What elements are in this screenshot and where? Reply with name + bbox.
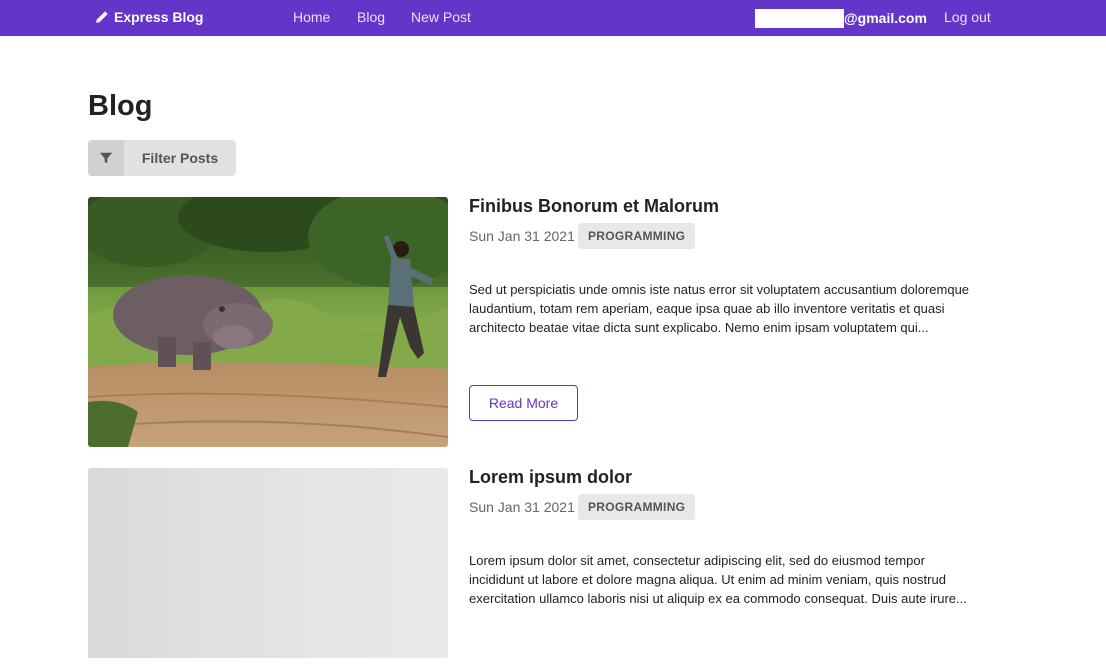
read-more-button[interactable]: Read More bbox=[469, 385, 578, 421]
filter-posts-button[interactable]: Filter Posts bbox=[88, 140, 236, 176]
hippo-photo bbox=[88, 197, 448, 447]
post-title[interactable]: Lorem ipsum dolor bbox=[469, 467, 632, 488]
brand-label: Express Blog bbox=[114, 9, 204, 25]
logout-link[interactable]: Log out bbox=[944, 9, 991, 25]
post-image[interactable] bbox=[88, 468, 448, 658]
nav-home-link[interactable]: Home bbox=[293, 9, 330, 25]
post-excerpt: Lorem ipsum dolor sit amet, consectetur … bbox=[469, 553, 967, 606]
placeholder-image bbox=[88, 468, 448, 658]
pencil-icon bbox=[96, 11, 108, 23]
nav-blog-link[interactable]: Blog bbox=[357, 9, 385, 25]
post-tag-badge[interactable]: PROGRAMMING bbox=[578, 223, 696, 249]
nav-new-post-link[interactable]: New Post bbox=[411, 9, 471, 25]
filter-icon bbox=[99, 152, 113, 164]
post-tag-badge[interactable]: PROGRAMMING bbox=[578, 494, 696, 520]
post-card: Finibus Bonorum et Malorum Sun Jan 31 20… bbox=[88, 196, 988, 447]
brand-link[interactable]: Express Blog bbox=[95, 9, 203, 25]
post-title[interactable]: Finibus Bonorum et Malorum bbox=[469, 196, 719, 217]
page-title: Blog bbox=[88, 90, 153, 122]
top-navbar: Express Blog Home Blog New Post @gmail.c… bbox=[0, 0, 1106, 36]
filter-icon-box bbox=[88, 140, 124, 176]
post-card: Lorem ipsum dolor Sun Jan 31 2021 PROGRA… bbox=[88, 467, 988, 668]
redacted-region bbox=[755, 8, 844, 28]
post-excerpt: Sed ut perspiciatis unde omnis iste natu… bbox=[469, 282, 970, 335]
user-email: @gmail.com bbox=[755, 8, 927, 28]
post-date: Sun Jan 31 2021 bbox=[469, 228, 575, 244]
post-image[interactable] bbox=[88, 197, 448, 447]
user-email-text: @gmail.com bbox=[844, 10, 927, 26]
filter-posts-label: Filter Posts bbox=[141, 150, 219, 166]
post-date: Sun Jan 31 2021 bbox=[469, 499, 575, 515]
